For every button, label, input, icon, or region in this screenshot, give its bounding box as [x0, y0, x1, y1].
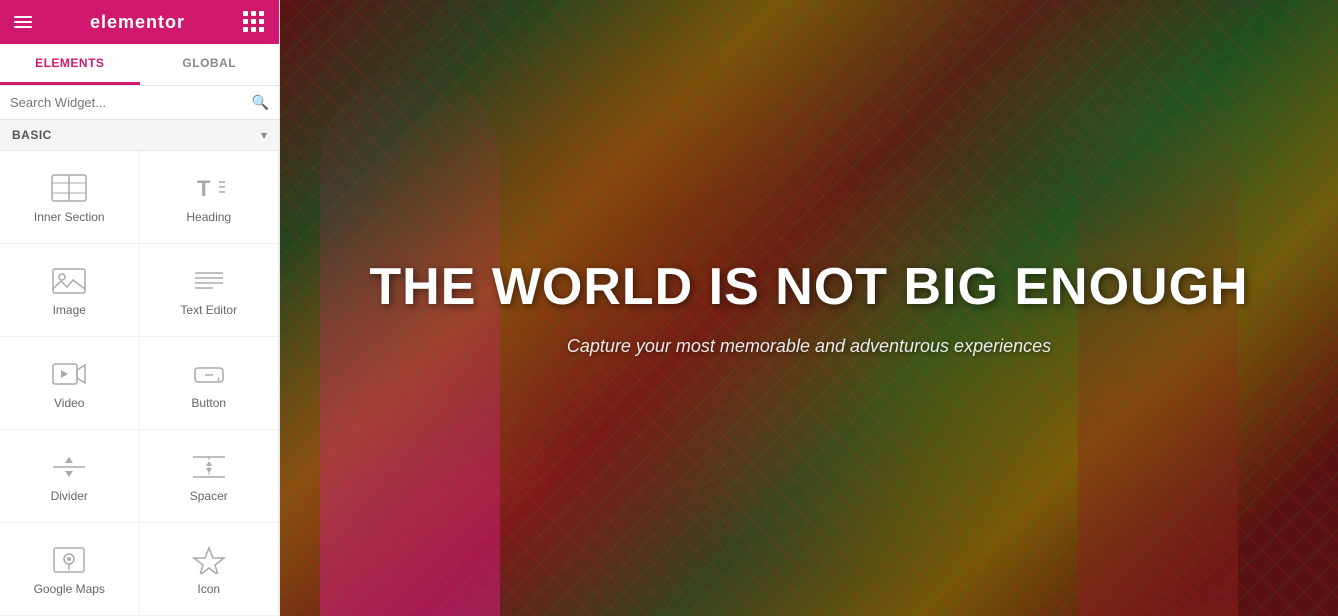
basic-section-header[interactable]: BASIC ▾: [0, 120, 279, 151]
google-maps-icon: [51, 546, 87, 574]
widget-spacer-label: Spacer: [190, 489, 228, 503]
sidebar: elementor ELEMENTS GLOBAL 🔍 BASIC ▾: [0, 0, 280, 616]
video-icon: [51, 360, 87, 388]
heading-icon: T: [191, 174, 227, 202]
icon-widget-icon: [191, 546, 227, 574]
elementor-logo: elementor: [90, 12, 185, 33]
svg-text:T: T: [197, 176, 211, 201]
top-bar: elementor: [0, 0, 279, 44]
widget-inner-section-label: Inner Section: [34, 210, 105, 224]
widget-text-editor[interactable]: Text Editor: [140, 244, 280, 337]
chevron-down-icon: ▾: [261, 128, 267, 142]
widget-button[interactable]: Button: [140, 337, 280, 430]
widget-icon-label: Icon: [197, 582, 220, 596]
widget-grid: Inner Section T Heading: [0, 151, 279, 616]
widget-google-maps-label: Google Maps: [34, 582, 105, 596]
widget-video-label: Video: [54, 396, 84, 410]
widget-divider-label: Divider: [51, 489, 88, 503]
panel-tabs: ELEMENTS GLOBAL: [0, 44, 279, 86]
divider-icon: [51, 453, 87, 481]
widget-heading-label: Heading: [186, 210, 231, 224]
widget-divider[interactable]: Divider: [0, 430, 140, 523]
canvas-background: THE WORLD IS NOT BIG ENOUGH Capture your…: [280, 0, 1338, 616]
main-subheading: Capture your most memorable and adventur…: [369, 336, 1248, 357]
main-heading: THE WORLD IS NOT BIG ENOUGH: [369, 259, 1248, 316]
image-icon: [51, 267, 87, 295]
tab-elements[interactable]: ELEMENTS: [0, 44, 140, 85]
text-editor-icon: [191, 267, 227, 295]
section-label: BASIC: [12, 128, 52, 142]
widget-inner-section[interactable]: Inner Section: [0, 151, 140, 244]
search-icon: 🔍: [252, 94, 269, 111]
widget-video[interactable]: Video: [0, 337, 140, 430]
canvas-content: THE WORLD IS NOT BIG ENOUGH Capture your…: [349, 239, 1268, 377]
widget-text-editor-label: Text Editor: [180, 303, 237, 317]
tab-global[interactable]: GLOBAL: [140, 44, 280, 85]
hamburger-menu-button[interactable]: [14, 16, 32, 28]
widget-google-maps[interactable]: Google Maps: [0, 523, 140, 616]
widget-image[interactable]: Image: [0, 244, 140, 337]
button-icon: [191, 360, 227, 388]
widget-spacer[interactable]: Spacer: [140, 430, 280, 523]
inner-section-icon: [51, 174, 87, 202]
main-canvas: THE WORLD IS NOT BIG ENOUGH Capture your…: [280, 0, 1338, 616]
widget-icon[interactable]: Icon: [140, 523, 280, 616]
widget-image-label: Image: [53, 303, 86, 317]
spacer-icon: [191, 453, 227, 481]
widget-button-label: Button: [191, 396, 226, 410]
apps-grid-button[interactable]: [243, 11, 265, 33]
widget-heading[interactable]: T Heading: [140, 151, 280, 244]
search-bar: 🔍: [0, 86, 279, 120]
search-input[interactable]: [10, 95, 246, 110]
